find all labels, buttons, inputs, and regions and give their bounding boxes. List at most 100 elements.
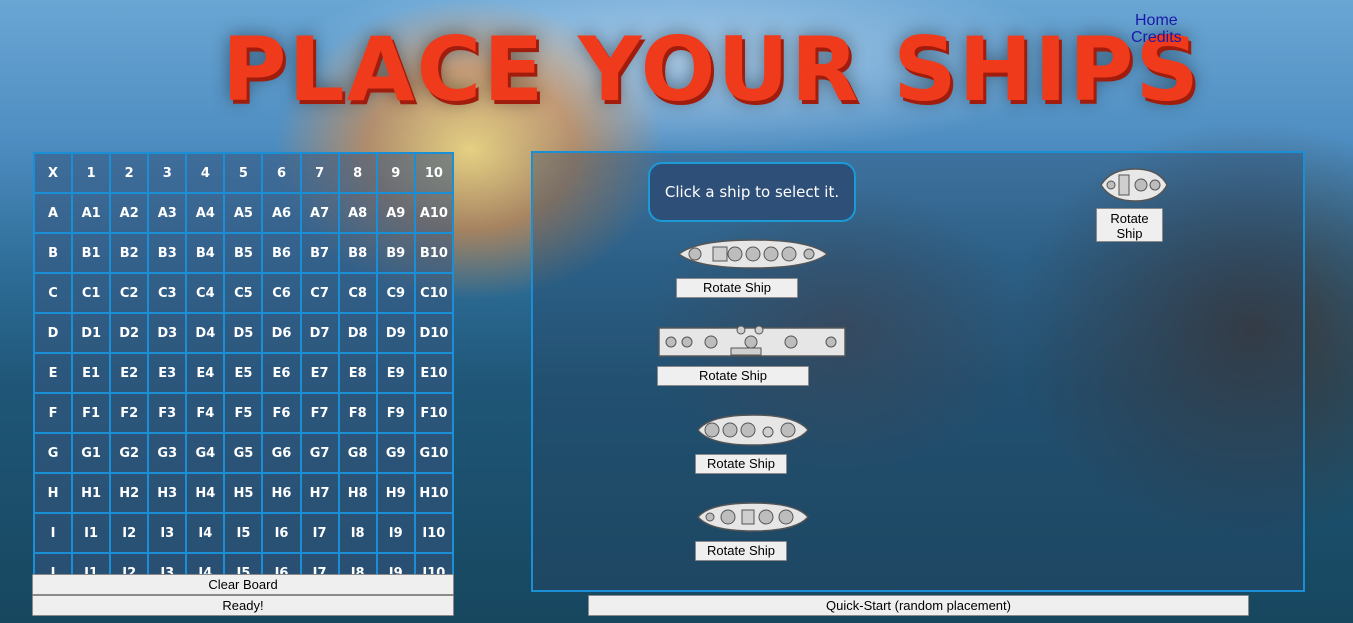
home-link[interactable]: Home [1131,12,1201,29]
board-cell[interactable]: D3 [147,312,188,354]
board-cell[interactable]: I4 [185,512,226,554]
board-cell[interactable]: H7 [299,472,340,514]
board-cell[interactable]: A5 [223,192,264,234]
board-cell[interactable]: B10 [413,232,455,274]
board-cell[interactable]: E10 [413,352,455,394]
board-cell[interactable]: E4 [185,352,226,394]
board-cell[interactable]: C4 [185,272,226,314]
board-cell[interactable]: C5 [223,272,264,314]
board-cell[interactable]: E5 [223,352,264,394]
board-cell[interactable]: F2 [109,392,150,434]
board-cell[interactable]: E9 [375,352,416,394]
board-cell[interactable]: C8 [337,272,378,314]
board-cell[interactable]: E1 [71,352,112,394]
board-cell[interactable]: B1 [71,232,112,274]
board-cell[interactable]: D4 [185,312,226,354]
board-cell[interactable]: F5 [223,392,264,434]
board-cell[interactable]: G7 [299,432,340,474]
submarine-ship[interactable] [696,500,810,534]
board-cell[interactable]: A9 [375,192,416,234]
rotate-ship-button-3[interactable]: Rotate Ship [657,366,809,386]
board-cell[interactable]: I1 [71,512,112,554]
board-cell[interactable]: H1 [71,472,112,514]
rotate-ship-button-1[interactable]: Rotate Ship [1096,208,1163,242]
clear-board-button[interactable]: Clear Board [32,574,454,595]
board-cell[interactable]: B7 [299,232,340,274]
ready-button[interactable]: Ready! [32,595,454,616]
board-cell[interactable]: G5 [223,432,264,474]
board-cell[interactable]: D9 [375,312,416,354]
board-cell[interactable]: A2 [109,192,150,234]
board-cell[interactable]: F7 [299,392,340,434]
board-cell[interactable]: H9 [375,472,416,514]
board-cell[interactable]: I6 [261,512,302,554]
board-cell[interactable]: I3 [147,512,188,554]
rotate-ship-button-4[interactable]: Rotate Ship [695,454,787,474]
board-cell[interactable]: G3 [147,432,188,474]
board-cell[interactable]: G10 [413,432,455,474]
board-cell[interactable]: H2 [109,472,150,514]
board-cell[interactable]: C6 [261,272,302,314]
board-cell[interactable]: F10 [413,392,455,434]
board-cell[interactable]: G6 [261,432,302,474]
rotate-ship-button-2[interactable]: Rotate Ship [676,278,798,298]
board-cell[interactable]: D8 [337,312,378,354]
board-cell[interactable]: I2 [109,512,150,554]
board-cell[interactable]: B9 [375,232,416,274]
board-cell[interactable]: I5 [223,512,264,554]
board-cell[interactable]: C7 [299,272,340,314]
board-cell[interactable]: A10 [413,192,455,234]
board-cell[interactable]: C2 [109,272,150,314]
board-cell[interactable]: I10 [413,512,455,554]
board-cell[interactable]: F4 [185,392,226,434]
board-cell[interactable]: H8 [337,472,378,514]
patrol-boat-ship[interactable] [1097,166,1171,204]
board-cell[interactable]: I7 [299,512,340,554]
board-cell[interactable]: H5 [223,472,264,514]
board-cell[interactable]: G1 [71,432,112,474]
board-cell[interactable]: B5 [223,232,264,274]
board-cell[interactable]: E7 [299,352,340,394]
board-cell[interactable]: C1 [71,272,112,314]
board-cell[interactable]: A4 [185,192,226,234]
board-cell[interactable]: I8 [337,512,378,554]
board-cell[interactable]: B3 [147,232,188,274]
board-cell[interactable]: C3 [147,272,188,314]
board-cell[interactable]: G9 [375,432,416,474]
board-cell[interactable]: D5 [223,312,264,354]
board-cell[interactable]: A6 [261,192,302,234]
board-cell[interactable]: F8 [337,392,378,434]
board-cell[interactable]: E6 [261,352,302,394]
board-cell[interactable]: H6 [261,472,302,514]
battleship-ship[interactable] [677,238,829,270]
board-cell[interactable]: F3 [147,392,188,434]
board-cell[interactable]: A7 [299,192,340,234]
board-cell[interactable]: B2 [109,232,150,274]
board-cell[interactable]: A1 [71,192,112,234]
board-cell[interactable]: D10 [413,312,455,354]
board-cell[interactable]: I9 [375,512,416,554]
board-cell[interactable]: E8 [337,352,378,394]
rotate-ship-button-5[interactable]: Rotate Ship [695,541,787,561]
board-cell[interactable]: E2 [109,352,150,394]
board-cell[interactable]: B6 [261,232,302,274]
board-cell[interactable]: D7 [299,312,340,354]
board-cell[interactable]: G8 [337,432,378,474]
board-cell[interactable]: G2 [109,432,150,474]
board-cell[interactable]: A3 [147,192,188,234]
board-cell[interactable]: F1 [71,392,112,434]
board-cell[interactable]: B8 [337,232,378,274]
board-cell[interactable]: B4 [185,232,226,274]
credits-link[interactable]: Credits [1131,29,1201,46]
destroyer-ship[interactable] [696,412,810,448]
board-cell[interactable]: D6 [261,312,302,354]
board-cell[interactable]: H4 [185,472,226,514]
board-cell[interactable]: C10 [413,272,455,314]
board-cell[interactable]: C9 [375,272,416,314]
board-cell[interactable]: A8 [337,192,378,234]
quick-start-button[interactable]: Quick-Start (random placement) [588,595,1249,616]
board-cell[interactable]: H10 [413,472,455,514]
board-cell[interactable]: D1 [71,312,112,354]
board-cell[interactable]: E3 [147,352,188,394]
carrier-ship[interactable] [657,324,847,360]
